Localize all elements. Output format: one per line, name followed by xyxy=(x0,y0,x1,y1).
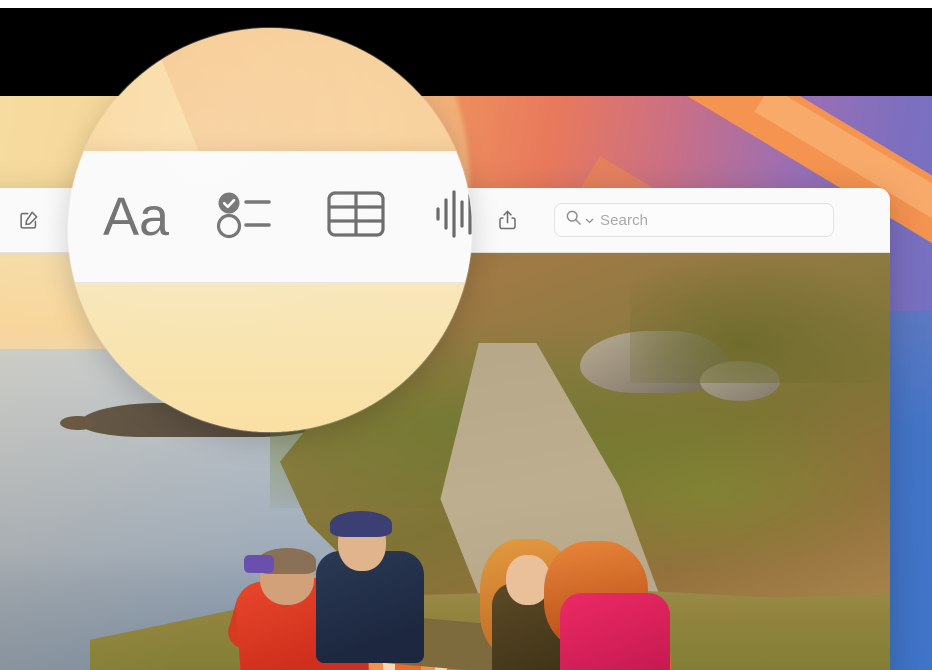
search-scope-chevron[interactable] xyxy=(585,211,594,229)
magnified-photo xyxy=(68,283,472,432)
magnifier-content: Aa xyxy=(68,28,472,432)
search-placeholder: Search xyxy=(600,211,649,229)
compose-icon xyxy=(18,209,40,231)
magnified-format-bar: Aa xyxy=(68,151,472,283)
format-button[interactable]: Aa xyxy=(103,190,169,244)
share-button[interactable] xyxy=(490,205,524,235)
magnified-window: Aa xyxy=(68,151,472,432)
share-icon xyxy=(498,209,517,231)
text-format-icon: Aa xyxy=(103,186,170,247)
checklist-button[interactable] xyxy=(215,187,279,246)
toolbar-left-group xyxy=(0,205,46,235)
magnifier-lens: Aa xyxy=(68,28,472,432)
search-icon xyxy=(565,209,582,231)
table-icon xyxy=(325,187,387,246)
format-bar-items: Aa xyxy=(68,186,472,247)
magnified-photo-sky xyxy=(68,283,472,432)
screen: Search Aa xyxy=(0,0,932,670)
audio-waveform-icon xyxy=(433,187,472,246)
compose-button[interactable] xyxy=(12,205,46,235)
audio-button[interactable] xyxy=(433,187,472,246)
checklist-icon xyxy=(215,187,279,246)
table-button[interactable] xyxy=(325,187,387,246)
search-field[interactable]: Search xyxy=(554,203,834,237)
